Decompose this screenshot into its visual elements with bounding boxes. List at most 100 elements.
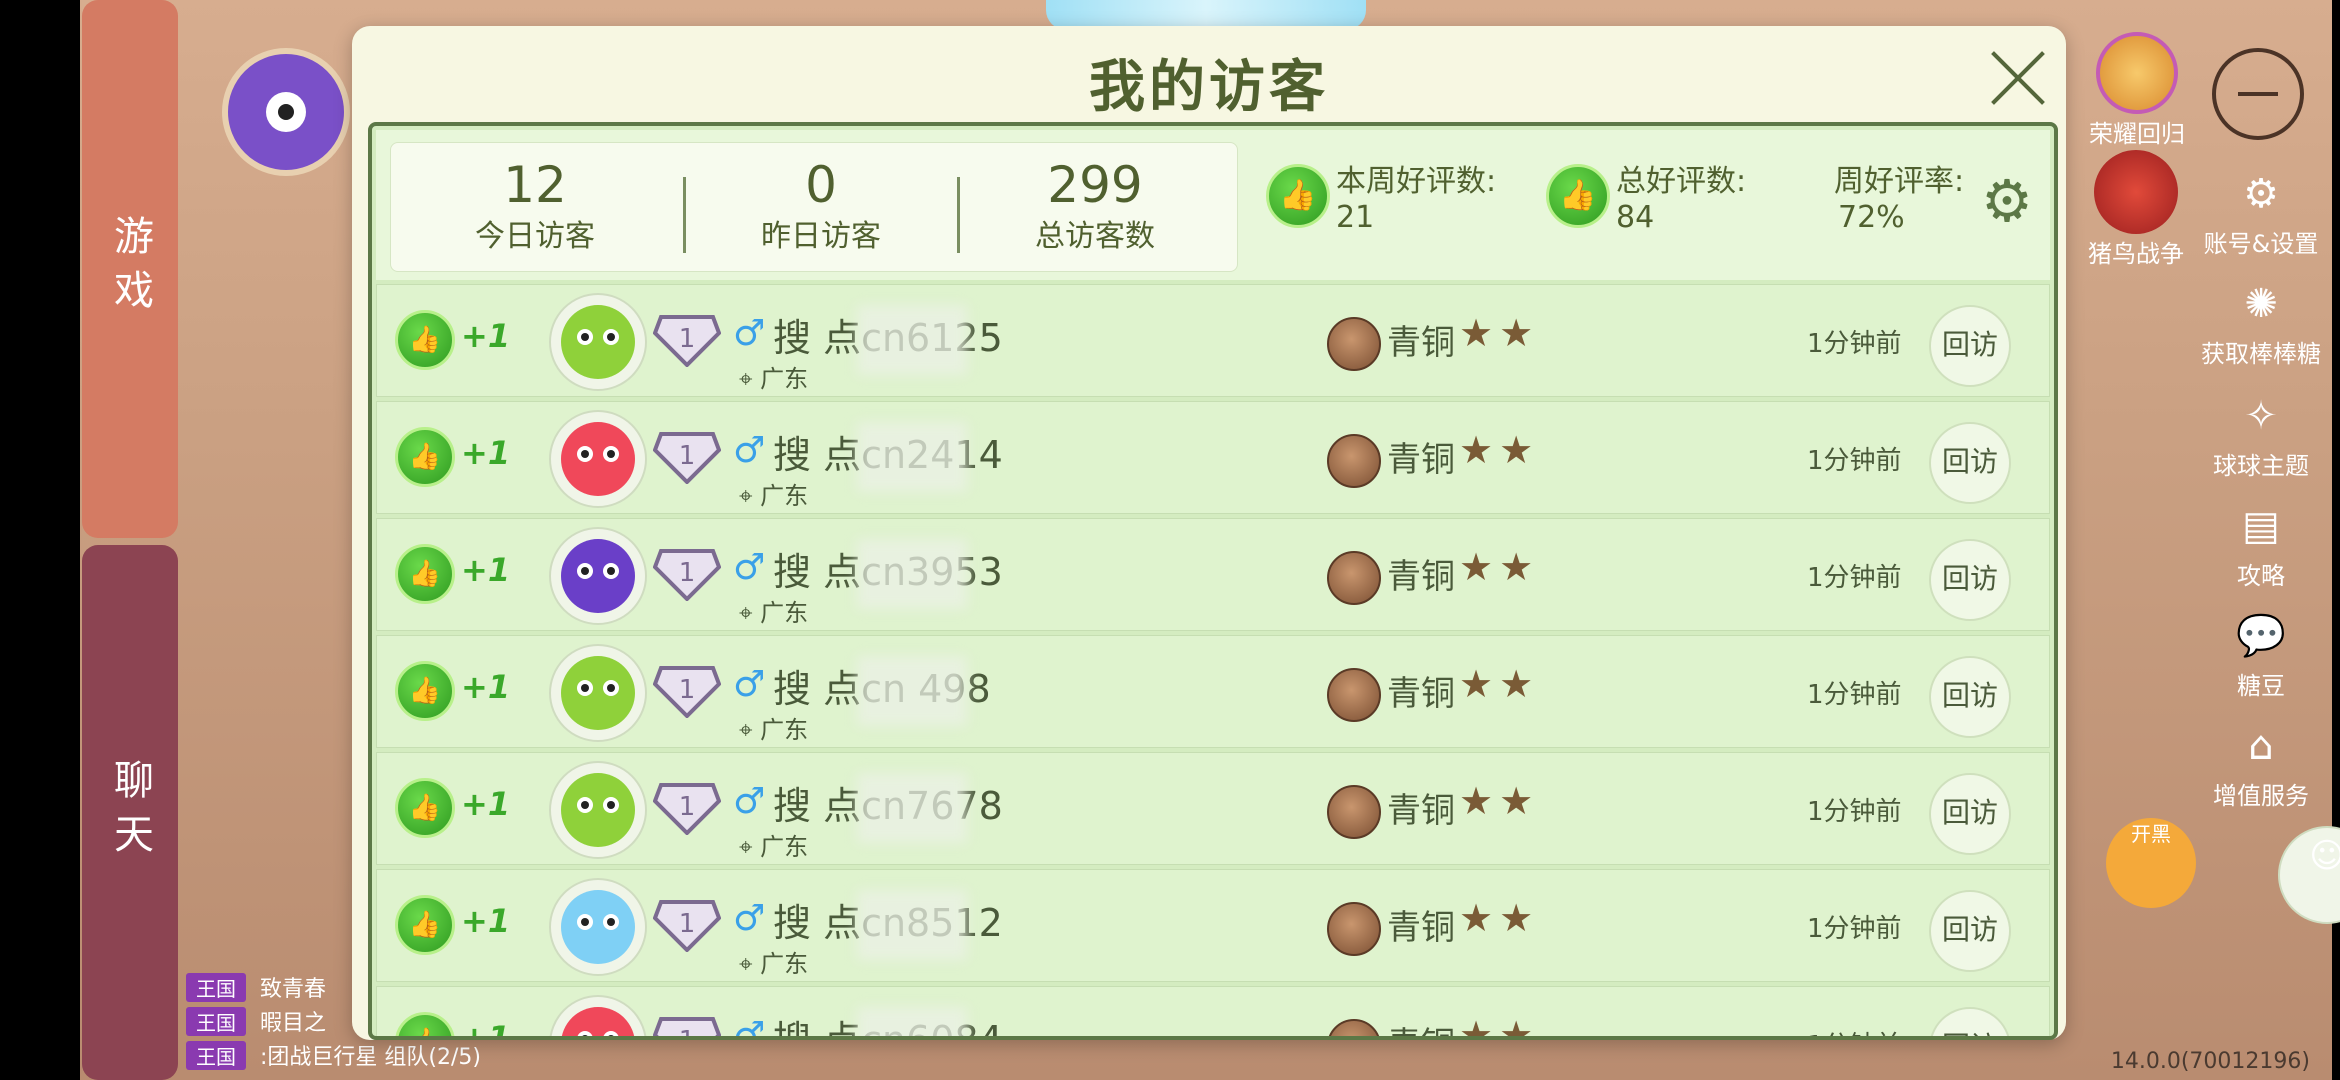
kpi-value: 21 xyxy=(1336,200,1375,235)
menu-label: 攻略 xyxy=(2237,562,2285,590)
thumbs-up-icon[interactable]: 👍 xyxy=(395,544,455,604)
ball-theme-button[interactable]: ✧ 球球主题 xyxy=(2186,392,2336,481)
revisit-button[interactable]: 回访 xyxy=(1929,422,2011,504)
weekly-like-rate: 周好评率: 72% xyxy=(1828,164,1964,236)
pig-bird-war-button[interactable]: 猪鸟战争 xyxy=(2076,150,2196,269)
revisit-button[interactable]: 回访 xyxy=(1929,656,2011,738)
kpi-value: 84 xyxy=(1616,200,1655,235)
location-text: 广东 xyxy=(760,716,809,744)
thumbs-up-icon[interactable]: 👍 xyxy=(395,895,455,955)
close-icon[interactable] xyxy=(1986,46,2050,110)
thumbs-up-icon: 👍 xyxy=(1546,164,1610,228)
minimize-button[interactable] xyxy=(2212,48,2304,140)
revisit-button[interactable]: 回访 xyxy=(1929,890,2011,972)
table-row[interactable]: 👍 +1 1 ♂ 搜 点cn3953 ⌖ 广东 青铜 ★★ 1分钟前 回访 xyxy=(376,518,2050,631)
thumbs-up-icon[interactable]: 👍 xyxy=(395,427,455,487)
menu-label: 球球主题 xyxy=(2213,452,2309,480)
visitor-avatar[interactable] xyxy=(549,293,647,391)
thumbs-up-icon: 👍 xyxy=(1266,164,1330,228)
male-icon: ♂ xyxy=(733,898,766,939)
revisit-button[interactable]: 回访 xyxy=(1929,305,2011,387)
male-icon: ♂ xyxy=(733,547,766,588)
eye-icon xyxy=(603,680,619,696)
gear-icon[interactable]: ⚙ xyxy=(1976,170,2038,232)
rank-stars: ★★ xyxy=(1459,896,1540,940)
sparkle-icon: ✧ xyxy=(2244,393,2278,439)
honor-badge-icon xyxy=(2096,32,2178,114)
male-icon: ♂ xyxy=(733,313,766,354)
honor-label: 荣耀回归 xyxy=(2089,120,2185,148)
avatar-blob-icon xyxy=(561,539,635,613)
location-text: 广东 xyxy=(760,833,809,861)
stat-yesterday: 0 昨日访客 xyxy=(691,153,951,257)
table-row[interactable]: 👍 +1 1 ♂ 搜 点cn6125 ⌖ 广东 青铜 ★★ 1分钟前 回访 xyxy=(376,284,2050,397)
bird-label: 猪鸟战争 xyxy=(2088,240,2184,268)
chat-tag: 王国 xyxy=(186,1040,246,1070)
like-plus: +1 xyxy=(461,551,511,589)
location-pin-icon: ⌖ xyxy=(739,833,753,861)
table-row[interactable]: 👍 +1 1 ♂ 搜 点cn2414 ⌖ 广东 青铜 ★★ 1分钟前 回访 xyxy=(376,401,2050,514)
gear-icon: ⚙ xyxy=(2243,171,2279,217)
eye-icon xyxy=(577,446,593,462)
eye-icon xyxy=(577,680,593,696)
kpi-value: 72% xyxy=(1838,200,1905,235)
kpi-label: 总好评数: xyxy=(1616,164,1747,199)
eye-icon xyxy=(603,329,619,345)
visitor-avatar[interactable] xyxy=(549,644,647,742)
tab-game[interactable]: 游戏 xyxy=(82,0,178,538)
rank-label: 青铜 xyxy=(1387,674,1455,714)
visit-time: 1分钟前 xyxy=(1807,680,1902,710)
gem-level: 1 xyxy=(679,558,696,588)
table-row[interactable]: 👍 +1 1 ♂ 搜 点cn6084 ⌖ 广东 青铜 ★★ 1分钟前 回访 xyxy=(376,986,2050,1036)
candy-bean-button[interactable]: 💬 糖豆 xyxy=(2186,612,2336,701)
guide-button[interactable]: ▤ 攻略 xyxy=(2186,502,2336,591)
location-pin-icon: ⌖ xyxy=(739,716,753,744)
rank-label: 青铜 xyxy=(1387,908,1455,948)
location-pin-icon: ⌖ xyxy=(739,365,753,393)
thumbs-up-icon[interactable]: 👍 xyxy=(395,661,455,721)
visitor-location: ⌖ 广东 xyxy=(739,593,808,628)
stat-label: 今日访客 xyxy=(475,219,595,254)
avatar-blob-icon xyxy=(561,656,635,730)
revisit-button[interactable]: 回访 xyxy=(1929,1007,2011,1036)
honor-return-button[interactable]: 荣耀回归 xyxy=(2082,32,2192,149)
stat-value: 0 xyxy=(805,156,837,214)
gem-level: 1 xyxy=(679,792,696,822)
table-row[interactable]: 👍 +1 1 ♂ 搜 点cn8512 ⌖ 广东 青铜 ★★ 1分钟前 回访 xyxy=(376,869,2050,982)
visitor-avatar[interactable] xyxy=(549,527,647,625)
kpi-label: 周好评率: xyxy=(1834,164,1965,199)
open-black-button[interactable]: ☺ 开黑 xyxy=(2106,818,2340,924)
value-added-service-button[interactable]: ⌂ 增值服务 xyxy=(2186,722,2336,811)
version-label: 14.0.0(70012196) xyxy=(2110,1049,2310,1074)
visitor-avatar[interactable] xyxy=(549,761,647,859)
visitor-avatar[interactable] xyxy=(549,878,647,976)
divider xyxy=(957,177,960,253)
get-lollipop-button[interactable]: ✺ 获取棒棒糖 xyxy=(2186,280,2336,369)
revisit-button[interactable]: 回访 xyxy=(1929,539,2011,621)
account-settings-button[interactable]: ⚙ 账号&设置 xyxy=(2186,170,2336,259)
like-plus: +1 xyxy=(461,434,511,472)
visitor-avatar[interactable] xyxy=(549,410,647,508)
revisit-button[interactable]: 回访 xyxy=(1929,773,2011,855)
thumbs-up-icon[interactable]: 👍 xyxy=(395,1012,455,1036)
visitor-stats: 12 今日访客 0 昨日访客 299 总访客数 👍 本周好评数: 21 👍 总好… xyxy=(376,130,2050,280)
diamond-level-icon: 1 xyxy=(653,549,721,601)
visitor-avatar[interactable] xyxy=(549,995,647,1036)
visitor-list[interactable]: 👍 +1 1 ♂ 搜 点cn6125 ⌖ 广东 青铜 ★★ 1分钟前 回访 👍 … xyxy=(376,284,2050,1036)
tab-chat[interactable]: 聊天 xyxy=(82,545,178,1080)
gem-level: 1 xyxy=(679,324,696,354)
player-avatar[interactable] xyxy=(222,48,350,176)
bronze-medal-icon xyxy=(1327,317,1381,371)
visit-time: 1分钟前 xyxy=(1807,563,1902,593)
eye-icon xyxy=(603,1031,619,1036)
eye-icon xyxy=(577,563,593,579)
stat-value: 12 xyxy=(503,156,567,214)
visitor-location: ⌖ 广东 xyxy=(739,944,808,979)
table-row[interactable]: 👍 +1 1 ♂ 搜 点cn 498 ⌖ 广东 青铜 ★★ 1分钟前 回访 xyxy=(376,635,2050,748)
visit-time: 1分钟前 xyxy=(1807,446,1902,476)
thumbs-up-icon[interactable]: 👍 xyxy=(395,310,455,370)
avatar-blob-icon xyxy=(561,1007,635,1036)
like-plus: +1 xyxy=(461,668,511,706)
table-row[interactable]: 👍 +1 1 ♂ 搜 点cn7678 ⌖ 广东 青铜 ★★ 1分钟前 回访 xyxy=(376,752,2050,865)
thumbs-up-icon[interactable]: 👍 xyxy=(395,778,455,838)
